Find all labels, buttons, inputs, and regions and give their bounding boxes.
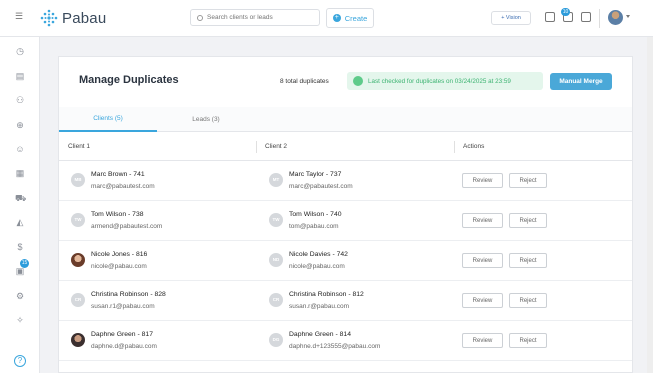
- review-button[interactable]: Review: [462, 333, 503, 348]
- client2-name[interactable]: Nicole Davies - 742: [289, 251, 348, 258]
- table-row: Nicole Jones - 816 nicole@pabau.com ND N…: [59, 241, 632, 281]
- table-header: Client 1 Client 2 Actions: [59, 133, 632, 161]
- cart-icon[interactable]: ⛟: [15, 193, 26, 203]
- manual-merge-button[interactable]: Manual Merge: [550, 73, 612, 90]
- client2-name[interactable]: Tom Wilson - 740: [289, 211, 342, 218]
- create-button[interactable]: + Create: [326, 8, 374, 28]
- client1-name[interactable]: Daphne Green - 817: [91, 331, 153, 338]
- reports-icon[interactable]: ▦: [15, 168, 25, 178]
- page-title: Manage Duplicates: [79, 74, 179, 86]
- status-dot-icon: [353, 76, 363, 86]
- review-button[interactable]: Review: [462, 253, 503, 268]
- client2-email: nicole@pabau.com: [289, 263, 345, 270]
- last-checked-text: Last checked for duplicates on 03/24/202…: [368, 77, 511, 85]
- menu-icon[interactable]: ☰: [15, 12, 24, 21]
- search-input[interactable]: [207, 14, 312, 21]
- megaphone-icon[interactable]: ◭: [15, 217, 25, 227]
- chevron-down-icon[interactable]: [626, 15, 630, 18]
- top-bar: ☰ Pabau + Create + Vision 10: [0, 0, 653, 37]
- client1-email: daphne.d@pabau.com: [91, 343, 157, 350]
- target-icon[interactable]: ⊕: [15, 120, 25, 130]
- manage-duplicates-card: Manage Duplicates 8 total duplicates Las…: [58, 56, 633, 373]
- clients-icon[interactable]: ☺: [15, 144, 25, 154]
- avatar: DG: [269, 333, 283, 347]
- search-box[interactable]: [190, 9, 320, 26]
- logo[interactable]: Pabau: [40, 9, 106, 27]
- client2-email: tom@pabau.com: [289, 223, 339, 230]
- tab-clients[interactable]: Clients (5): [59, 107, 157, 132]
- dollar-icon[interactable]: $: [15, 242, 25, 252]
- table-row: TW Tom Wilson - 738 armend@pabautest.com…: [59, 201, 632, 241]
- app-name: Pabau: [62, 9, 107, 27]
- dashboard-icon[interactable]: ◷: [15, 46, 25, 56]
- settings-icon[interactable]: ⚙: [15, 291, 25, 301]
- client2-name[interactable]: Christina Robinson - 812: [289, 291, 364, 298]
- table-row: Daphne Green - 817 daphne.d@pabau.com DG…: [59, 321, 632, 361]
- avatar: [71, 253, 85, 267]
- client1-name[interactable]: Christina Robinson - 828: [91, 291, 166, 298]
- review-button[interactable]: Review: [462, 213, 503, 228]
- tabs: Clients (5) Leads (3): [59, 107, 632, 132]
- divider: [599, 9, 600, 28]
- client1-name[interactable]: Marc Brown - 741: [91, 171, 145, 178]
- reject-button[interactable]: Reject: [509, 253, 547, 268]
- calendar-icon[interactable]: ▤: [15, 71, 25, 81]
- client1-name[interactable]: Nicole Jones - 816: [91, 251, 147, 258]
- avatar: CR: [71, 293, 85, 307]
- client1-name[interactable]: Tom Wilson - 738: [91, 211, 144, 218]
- client2-email: daphne.d+123555@pabau.com: [289, 343, 381, 350]
- table-row: MB Marc Brown - 741 marc@pabautest.com M…: [59, 161, 632, 201]
- total-duplicates: 8 total duplicates: [280, 78, 329, 85]
- column-divider: [454, 141, 455, 153]
- page-scrollbar[interactable]: [647, 37, 653, 373]
- last-checked-banner: Last checked for duplicates on 03/24/202…: [347, 72, 543, 90]
- table-row: CR Christina Robinson - 828 susan.r1@pab…: [59, 281, 632, 321]
- column-client2: Client 2: [265, 143, 288, 150]
- create-label: Create: [344, 13, 368, 23]
- avatar: ND: [269, 253, 283, 267]
- client1-email: susan.r1@pabau.com: [91, 303, 155, 310]
- avatar: CR: [269, 293, 283, 307]
- pabau-logo-icon: [40, 9, 58, 27]
- client2-name[interactable]: Daphne Green - 814: [289, 331, 351, 338]
- sidebar-badge: 15: [20, 259, 29, 268]
- user-avatar[interactable]: [608, 10, 623, 25]
- review-button[interactable]: Review: [462, 293, 503, 308]
- avatar: MB: [71, 173, 85, 187]
- vision-button[interactable]: + Vision: [491, 11, 531, 25]
- search-icon: [197, 14, 203, 21]
- review-button[interactable]: Review: [462, 173, 503, 188]
- client2-email: marc@pabautest.com: [289, 183, 353, 190]
- plus-icon: +: [332, 14, 341, 22]
- avatar: TW: [71, 213, 85, 227]
- client2-email: susan.r@pabau.com: [289, 303, 350, 310]
- reject-button[interactable]: Reject: [509, 333, 547, 348]
- notification-badge: 10: [561, 8, 570, 16]
- column-actions: Actions: [463, 143, 485, 150]
- reject-button[interactable]: Reject: [509, 293, 547, 308]
- leads-icon[interactable]: ⚇: [15, 95, 25, 105]
- client1-email: marc@pabautest.com: [91, 183, 155, 190]
- reject-button[interactable]: Reject: [509, 173, 547, 188]
- column-divider: [256, 141, 257, 153]
- reject-button[interactable]: Reject: [509, 213, 547, 228]
- tab-leads[interactable]: Leads (3): [157, 107, 255, 132]
- avatar: MT: [269, 173, 283, 187]
- client2-name[interactable]: Marc Taylor - 737: [289, 171, 341, 178]
- sidebar: ◷ ▤ ⚇ ⊕ ☺ ▦ ⛟ ◭ $ ▣ 15 ⚙ ✧ ?: [0, 37, 40, 373]
- calendar-icon[interactable]: [545, 12, 555, 22]
- wallet-icon[interactable]: [581, 12, 591, 22]
- avatar: TW: [269, 213, 283, 227]
- help-button[interactable]: ?: [14, 355, 26, 367]
- client1-email: nicole@pabau.com: [91, 263, 147, 270]
- column-client1: Client 1: [68, 143, 91, 150]
- avatar: [71, 333, 85, 347]
- client1-email: armend@pabautest.com: [91, 223, 163, 230]
- magic-wand-icon[interactable]: ✧: [15, 315, 25, 325]
